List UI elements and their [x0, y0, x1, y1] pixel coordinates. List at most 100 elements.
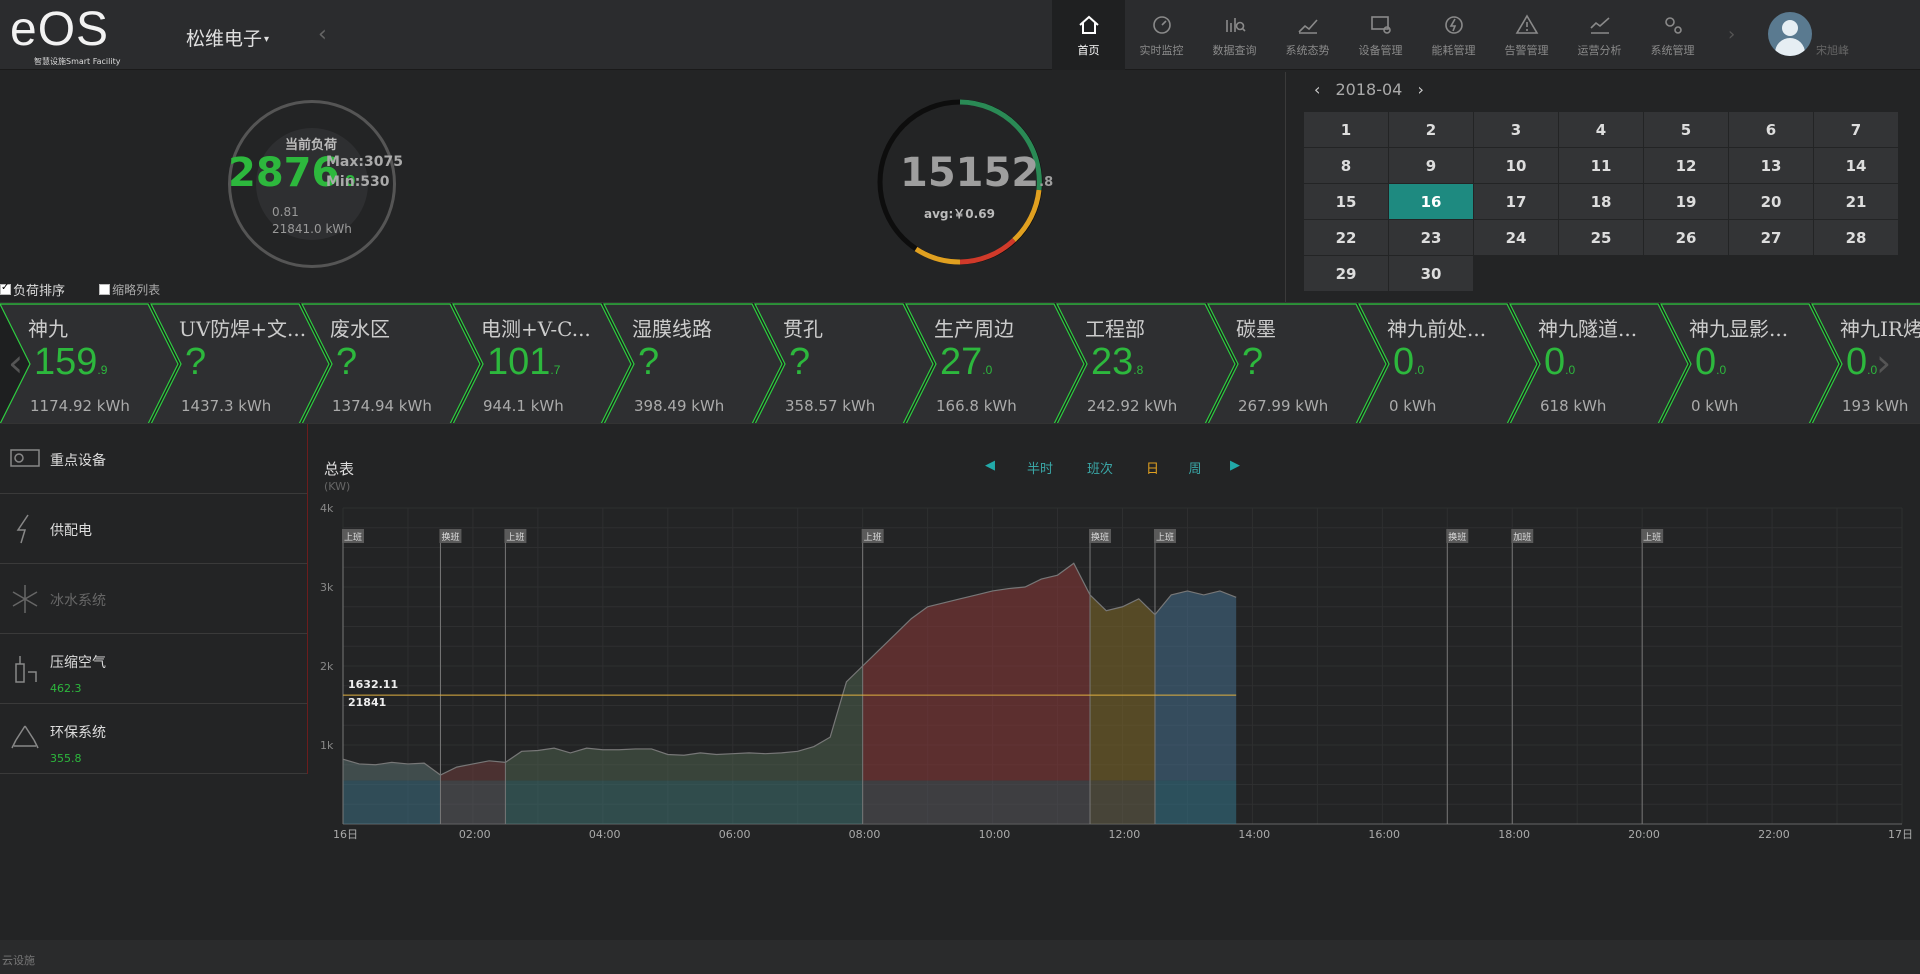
calendar-day[interactable]: 16	[1389, 184, 1473, 219]
sidebar-item-label: 供配电	[50, 523, 92, 539]
calendar-day[interactable]: 27	[1729, 220, 1813, 255]
thumbnail-list-checkbox[interactable]: 缩略列表	[99, 281, 160, 298]
calendar-day[interactable]: 12	[1644, 148, 1728, 183]
username[interactable]: 宋旭峰	[1816, 42, 1849, 58]
load-gauge-max: Max:3075	[326, 154, 403, 170]
strip-next-icon[interactable]: ›	[1876, 341, 1891, 385]
circuit-tile[interactable]: 生产周边 27.0 166.8 kWh	[906, 303, 1057, 423]
circuit-tile[interactable]: 神九IR烤 0.0 193 kWh	[1812, 303, 1920, 423]
back-arrow-icon[interactable]: ‹	[318, 22, 327, 47]
nav-item-1[interactable]: 实时监控	[1125, 0, 1198, 70]
calendar-day[interactable]: 23	[1389, 220, 1473, 255]
sidebar-item[interactable]: 压缩空气 462.3	[0, 634, 307, 704]
home-icon	[1078, 15, 1099, 34]
shift-base	[1154, 780, 1237, 824]
logo[interactable]: eOS 智慧设施Smart Facility	[10, 6, 120, 67]
circuit-tile[interactable]: UV防焊+文...? 1437.3 kWh	[151, 303, 306, 423]
circuit-tile[interactable]: 废水区? 1374.94 kWh	[302, 303, 453, 423]
circuit-load: ?	[1242, 341, 1264, 383]
calendar-day[interactable]: 9	[1389, 148, 1473, 183]
avatar[interactable]	[1768, 12, 1812, 56]
calendar-header: ‹ 2018-04 ›	[1314, 80, 1424, 99]
circuit-energy: 1374.94 kWh	[332, 397, 432, 415]
circuit-energy: 398.49 kWh	[634, 397, 725, 415]
circuit-load: 27.0	[940, 341, 993, 383]
next-month-icon[interactable]: ›	[1417, 80, 1423, 99]
shift-area	[1154, 590, 1237, 781]
company-name: 松维电子	[186, 28, 263, 50]
calendar-day[interactable]: 10	[1474, 148, 1558, 183]
circuit-tile[interactable]: 神九隧道... 0.0 618 kWh	[1510, 303, 1661, 423]
calendar-day[interactable]: 29	[1304, 256, 1388, 291]
calendar-day[interactable]: 20	[1729, 184, 1813, 219]
x-tick-label: 04:00	[589, 828, 621, 841]
calendar-day[interactable]: 11	[1559, 148, 1643, 183]
shift-marker-label: 换班	[1091, 531, 1109, 543]
calendar-day[interactable]: 4	[1559, 112, 1643, 147]
nav-item-2[interactable]: 数据查询	[1198, 0, 1271, 70]
sidebar-item[interactable]: 重点设备	[0, 424, 307, 494]
circuit-load: 23.8	[1091, 341, 1144, 383]
nav-item-8[interactable]: 系统管理	[1636, 0, 1709, 70]
circuit-load: ?	[185, 341, 207, 383]
calendar-day[interactable]: 15	[1304, 184, 1388, 219]
nav-item-0[interactable]: 首页	[1052, 0, 1125, 70]
calendar-day[interactable]: 30	[1389, 256, 1473, 291]
nav-label: 系统管理	[1650, 44, 1695, 57]
shift-marker-label: 上班	[1156, 531, 1174, 543]
circuit-name: 神九前处...	[1387, 317, 1487, 341]
sidebar-item-label: 冰水系统	[50, 593, 106, 609]
calendar-day[interactable]: 26	[1644, 220, 1728, 255]
company-selector[interactable]: 松维电子 ▾	[186, 24, 269, 51]
sidebar-item[interactable]: 冰水系统	[0, 564, 307, 634]
energy-icon	[1444, 16, 1463, 34]
calendar-day[interactable]: 25	[1559, 220, 1643, 255]
circuit-tile[interactable]: 电测+V-C... 101.7 944.1 kWh	[453, 303, 604, 423]
calendar-day[interactable]: 22	[1304, 220, 1388, 255]
circuit-load: ?	[638, 341, 660, 383]
calendar-day[interactable]: 3	[1474, 112, 1558, 147]
circuit-name: 贯孔	[783, 317, 823, 341]
calendar-day[interactable]: 28	[1814, 220, 1898, 255]
calendar-day[interactable]: 24	[1474, 220, 1558, 255]
nav-item-4[interactable]: 设备管理	[1344, 0, 1417, 70]
top-bar: eOS 智慧设施Smart Facility 松维电子 ▾ ‹ 首页 实时监控 数据查…	[0, 0, 1920, 70]
nav-label: 数据查询	[1212, 44, 1257, 57]
x-tick-label: 18:00	[1498, 828, 1530, 841]
calendar-day[interactable]: 6	[1729, 112, 1813, 147]
calendar-day[interactable]: 19	[1644, 184, 1728, 219]
calendar-day[interactable]: 17	[1474, 184, 1558, 219]
nav-item-6[interactable]: 告警管理	[1490, 0, 1563, 70]
prev-month-icon[interactable]: ‹	[1314, 80, 1320, 99]
circuit-tile[interactable]: 湿膜线路? 398.49 kWh	[604, 303, 755, 423]
calendar-day[interactable]: 13	[1729, 148, 1813, 183]
cost-gauge-avg: avg:￥0.69	[924, 207, 995, 221]
circuit-tile[interactable]: 工程部 23.8 242.92 kWh	[1057, 303, 1208, 423]
main-nav: 首页 实时监控 数据查询 系统态势 设备管理 能耗管理 告警管理 运营分析 系统管理	[1052, 0, 1709, 70]
circuit-tile[interactable]: 贯孔? 358.57 kWh	[755, 303, 906, 423]
calendar-day[interactable]: 21	[1814, 184, 1898, 219]
calendar-day[interactable]: 7	[1814, 112, 1898, 147]
strip-prev-icon[interactable]: ‹	[8, 341, 23, 385]
x-tick-label: 16日	[333, 828, 358, 841]
shift-area	[1090, 594, 1155, 781]
sort-by-load-checkbox[interactable]: 负荷排序	[0, 280, 65, 299]
shift-marker-label: 换班	[441, 531, 459, 543]
nav-next-icon[interactable]: ›	[1728, 24, 1735, 45]
nav-item-3[interactable]: 系统态势	[1271, 0, 1344, 70]
x-tick-label: 16:00	[1368, 828, 1400, 841]
circuit-tile[interactable]: 神九前处... 0.0 0 kWh	[1359, 303, 1510, 423]
calendar-day[interactable]: 5	[1644, 112, 1728, 147]
circuit-name: 工程部	[1085, 317, 1145, 341]
sidebar-item[interactable]: 供配电	[0, 494, 307, 564]
circuit-tile[interactable]: 神九显影... 0.0 0 kWh	[1661, 303, 1812, 423]
sidebar-item[interactable]: 环保系统 355.8	[0, 704, 307, 774]
nav-item-7[interactable]: 运营分析	[1563, 0, 1636, 70]
calendar-day[interactable]: 1	[1304, 112, 1388, 147]
calendar-day[interactable]: 14	[1814, 148, 1898, 183]
calendar-day[interactable]: 2	[1389, 112, 1473, 147]
calendar-day[interactable]: 18	[1559, 184, 1643, 219]
calendar-day[interactable]: 8	[1304, 148, 1388, 183]
nav-item-5[interactable]: 能耗管理	[1417, 0, 1490, 70]
circuit-tile[interactable]: 碳墨? 267.99 kWh	[1208, 303, 1359, 423]
